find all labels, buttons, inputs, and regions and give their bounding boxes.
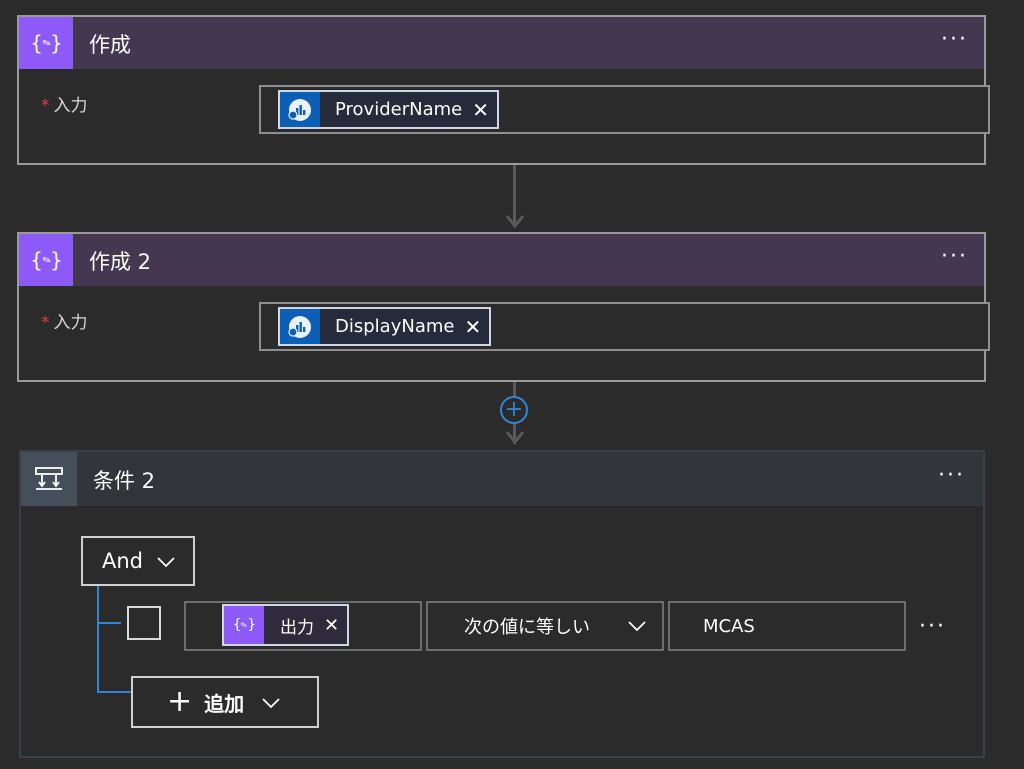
compose-icon: {✎} [19, 17, 73, 69]
tree-connector-line [97, 622, 121, 624]
plus-icon: + [167, 684, 193, 719]
row-more-options-button[interactable]: ··· [919, 614, 946, 639]
add-button-label: 追加 [204, 691, 245, 716]
chevron-down-icon [157, 549, 175, 573]
group-operator-label: And [102, 549, 144, 573]
remove-token-icon[interactable]: ✕ [472, 98, 489, 122]
dynamic-content-token[interactable]: DisplayName ✕ [278, 307, 492, 346]
compose-icon: {✎} [224, 606, 264, 644]
chevron-down-icon [262, 690, 280, 714]
connector-arrow-icon [505, 431, 525, 445]
compose-icon: {✎} [19, 234, 73, 286]
dynamic-content-icon [280, 92, 320, 127]
dynamic-content-icon [280, 309, 320, 344]
add-condition-button[interactable]: + 追加 [131, 676, 319, 728]
token-label: DisplayName [335, 316, 455, 337]
input-field[interactable]: DisplayName ✕ [259, 302, 990, 351]
compose-card-2: {✎} 作成 2 ··· * 入力 DisplayName ✕ [17, 232, 990, 382]
row-select-checkbox[interactable] [127, 606, 161, 640]
remove-token-icon[interactable]: ✕ [324, 615, 339, 636]
operator-label: 次の値に等しい [464, 617, 590, 638]
condition-icon [21, 452, 77, 506]
token-label: 出力 [280, 617, 314, 638]
compose-card-1-title[interactable]: 作成 [89, 29, 131, 59]
insert-step-button[interactable]: + [500, 396, 528, 424]
more-options-button[interactable]: ··· [941, 27, 968, 52]
required-mark: * [41, 96, 50, 116]
chevron-down-icon [628, 616, 646, 637]
required-mark: * [41, 313, 50, 333]
dynamic-content-token[interactable]: ProviderName ✕ [278, 90, 499, 129]
tree-connector-line [97, 691, 131, 693]
input-field-label: * 入力 [41, 313, 88, 333]
more-options-button[interactable]: ··· [941, 244, 968, 269]
compose-card-2-header[interactable]: {✎} 作成 2 ··· [19, 234, 984, 286]
group-operator-dropdown[interactable]: And [81, 536, 195, 586]
input-field[interactable]: ProviderName ✕ [259, 85, 990, 134]
compose-card-2-title[interactable]: 作成 2 [89, 246, 151, 276]
dynamic-content-token[interactable]: {✎} 出力 ✕ [222, 604, 350, 646]
compose-card-1: {✎} 作成 ··· * 入力 ProviderName ✕ [17, 15, 990, 165]
input-field-label: * 入力 [41, 96, 88, 116]
more-options-button[interactable]: ··· [938, 463, 965, 488]
condition-left-operand[interactable]: {✎} 出力 ✕ [184, 601, 422, 651]
condition-card: 条件 2 ··· And {✎} 出力 ✕ 次の値に等しい MCAS ··· +… [19, 450, 985, 758]
tree-connector-line [97, 586, 99, 692]
condition-right-operand[interactable]: MCAS [668, 601, 906, 651]
token-label: ProviderName [335, 99, 463, 120]
condition-card-header[interactable]: 条件 2 ··· [21, 452, 983, 506]
value-text: MCAS [703, 615, 755, 637]
condition-operator-dropdown[interactable]: 次の値に等しい [426, 601, 664, 651]
connector-arrow-icon [505, 215, 525, 229]
remove-token-icon[interactable]: ✕ [464, 315, 481, 339]
compose-card-1-header[interactable]: {✎} 作成 ··· [19, 17, 984, 69]
condition-card-title[interactable]: 条件 2 [93, 465, 155, 495]
